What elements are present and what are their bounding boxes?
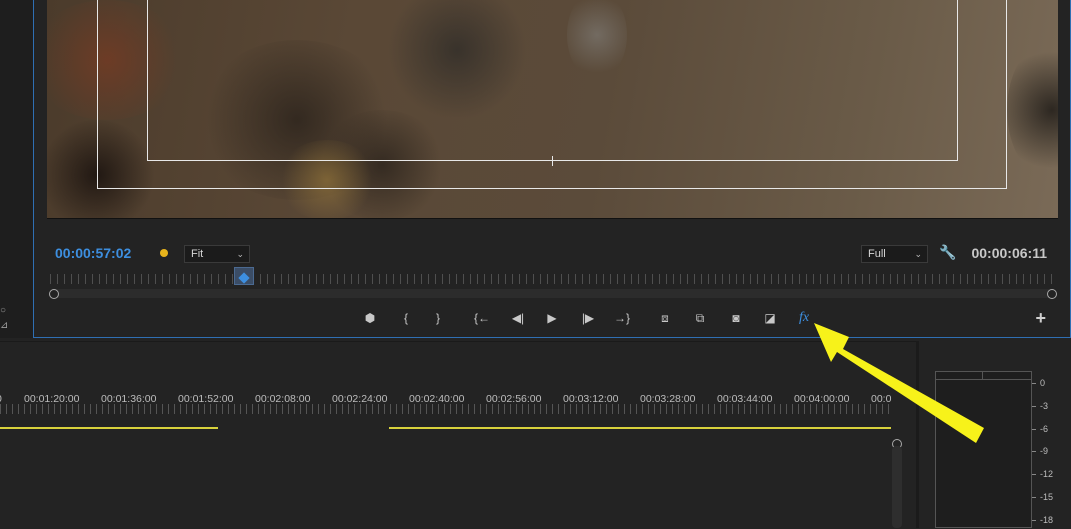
step-forward-button[interactable]: |▶: [578, 309, 598, 327]
overwrite-button[interactable]: ⧉: [690, 309, 710, 327]
timeline-ruler[interactable]: [0, 404, 893, 414]
timeline-panel: [0, 341, 916, 529]
title-safe-guide: [147, 0, 958, 161]
db-scale-label: -6: [1040, 423, 1049, 434]
db-scale-label: -9: [1040, 446, 1049, 457]
db-scale-tick: [1032, 451, 1036, 453]
fx-toggle-button[interactable]: fx: [794, 309, 814, 327]
duration-timecode: 00:00:06:11: [971, 245, 1047, 261]
mark-in-button[interactable]: {: [396, 309, 416, 327]
playback-resolution-select[interactable]: Full ⌄: [861, 245, 928, 263]
resolution-value: Full: [868, 248, 886, 260]
playhead-handle[interactable]: [234, 267, 254, 285]
left-panel-edge: [0, 0, 33, 338]
db-scale-tick: [1032, 519, 1036, 521]
db-scale-tick: [1032, 428, 1036, 430]
step-back-button[interactable]: ◀|: [508, 309, 528, 327]
monitor-time-ruler[interactable]: [50, 274, 1052, 284]
scroll-bar-right-handle[interactable]: [1047, 289, 1057, 299]
work-area-bar[interactable]: [0, 427, 218, 429]
db-scale-label: 0: [1040, 378, 1046, 388]
audio-meter-peak-row: [935, 371, 1032, 380]
chevron-down-icon: ⌄: [914, 249, 922, 259]
chevron-down-icon: ⌄: [236, 249, 244, 259]
comparison-view-button[interactable]: ◪: [760, 309, 780, 327]
go-to-in-button[interactable]: {←: [472, 309, 492, 327]
db-scale-label: -18: [1040, 514, 1054, 525]
go-to-out-button[interactable]: →}: [612, 309, 632, 327]
scroll-knob-icon[interactable]: ○: [0, 305, 12, 317]
export-frame-button[interactable]: ◙: [726, 309, 746, 327]
db-scale-tick: [1032, 383, 1036, 384]
insert-button[interactable]: ⧈: [655, 309, 675, 327]
zoom-level-select[interactable]: Fit ⌄: [184, 245, 250, 263]
zoom-level-value: Fit: [191, 248, 204, 260]
timeline-vertical-scrollbar[interactable]: [892, 446, 902, 528]
audio-meter: [935, 371, 1032, 528]
button-editor-plus-icon[interactable]: +: [1035, 308, 1046, 328]
db-scale-tick: [1032, 474, 1036, 476]
playhead-timecode[interactable]: 00:00:57:02: [55, 245, 131, 261]
zoom-scroll-bar[interactable]: [53, 289, 1053, 298]
scroll-bar-left-handle[interactable]: [49, 289, 59, 299]
db-scale-label: -12: [1040, 469, 1054, 480]
db-scale-label: -15: [1040, 492, 1054, 502]
video-preview: [47, 0, 1058, 219]
add-marker-button[interactable]: ⬢: [360, 309, 380, 327]
play-button[interactable]: ▶: [542, 309, 562, 327]
settings-wrench-icon[interactable]: 🔧: [939, 244, 956, 261]
db-scale-tick: [1032, 405, 1036, 407]
panel-toggle-icon[interactable]: ⊿: [0, 320, 12, 332]
mark-out-button[interactable]: }: [428, 309, 448, 327]
marker-dot-icon: [160, 249, 168, 257]
center-crosshair: [552, 156, 553, 166]
program-monitor: 00:00:57:02 Fit ⌄ Full ⌄ 🔧 00:00:06:11 ⬢…: [33, 0, 1071, 338]
work-area-bar[interactable]: [389, 427, 891, 429]
db-scale-label: -3: [1040, 400, 1049, 411]
db-scale-tick: [1032, 497, 1036, 498]
